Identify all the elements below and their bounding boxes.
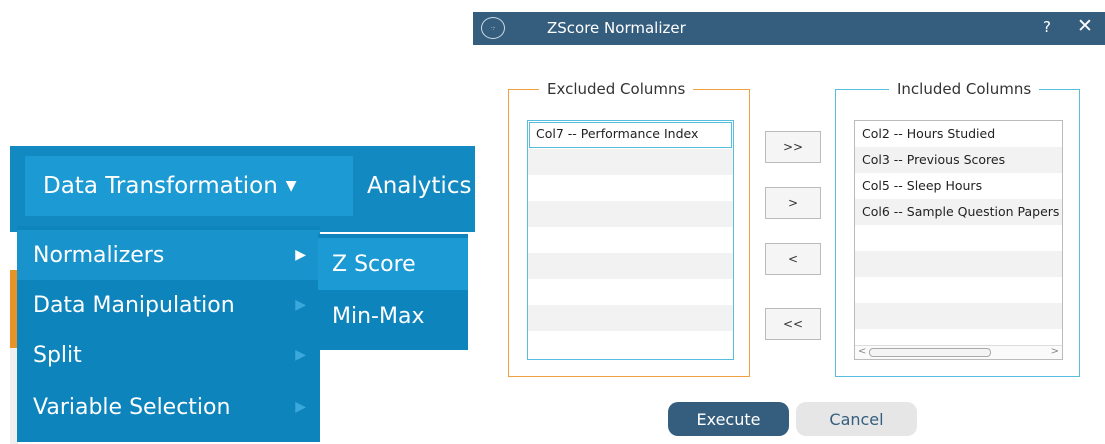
list-empty-row: [855, 277, 1062, 303]
help-button[interactable]: ?: [1043, 18, 1051, 36]
normalizers-submenu: Z Score Min-Max: [318, 234, 468, 350]
menu-item-min-max[interactable]: Min-Max: [318, 290, 468, 342]
submenu-item-variable-selection[interactable]: Variable Selection ▶: [17, 382, 320, 432]
list-empty-row: [528, 227, 733, 253]
menu-analytics[interactable]: Analytics: [367, 156, 485, 216]
list-empty-row: [528, 305, 733, 331]
cancel-button[interactable]: Cancel: [796, 402, 917, 436]
included-columns-list[interactable]: Col2 -- Hours Studied Col3 -- Previous S…: [854, 120, 1063, 360]
chevron-right-icon: ▶: [295, 347, 306, 363]
submenu-item-normalizers[interactable]: Normalizers ▶: [17, 230, 320, 280]
list-empty-row: [528, 279, 733, 305]
data-transformation-submenu: Normalizers ▶ Data Manipulation ▶ Split …: [17, 226, 320, 442]
list-empty-row: [528, 175, 733, 201]
submenu-item-split[interactable]: Split ▶: [17, 330, 320, 380]
move-left-button[interactable]: <: [765, 243, 821, 275]
dialog-title: ZScore Normalizer: [547, 19, 686, 37]
execute-button[interactable]: Execute: [668, 402, 789, 436]
submenu-item-label: Data Manipulation: [33, 292, 235, 318]
excluded-columns-list[interactable]: Col7 -- Performance Index: [527, 120, 734, 360]
move-right-button[interactable]: >: [765, 187, 821, 219]
chevron-right-icon: ▶: [295, 297, 306, 313]
list-item[interactable]: Col2 -- Hours Studied: [855, 121, 1062, 147]
list-item[interactable]: Col3 -- Previous Scores: [855, 147, 1062, 173]
chevron-right-icon: ▶: [295, 399, 306, 415]
list-empty-row: [855, 251, 1062, 277]
move-all-right-button[interactable]: >>: [765, 131, 821, 163]
list-item[interactable]: Col6 -- Sample Question Papers Practiced: [855, 199, 1062, 225]
list-item[interactable]: Col5 -- Sleep Hours: [855, 173, 1062, 199]
excluded-columns-legend: Excluded Columns: [539, 80, 694, 98]
menu-analytics-label: Analytics: [367, 173, 472, 199]
close-button[interactable]: ✕: [1077, 15, 1093, 37]
menu-data-transformation[interactable]: Data Transformation ▼: [25, 156, 353, 216]
caret-down-icon: ▼: [285, 178, 297, 194]
included-columns-legend: Included Columns: [889, 80, 1040, 98]
list-empty-row: [855, 303, 1062, 329]
list-item[interactable]: Col7 -- Performance Index: [529, 122, 732, 148]
list-empty-row: [528, 149, 733, 175]
submenu-item-label: Variable Selection: [33, 394, 231, 420]
list-empty-row: [528, 253, 733, 279]
list-empty-row: [855, 225, 1062, 251]
move-all-left-button[interactable]: <<: [765, 308, 821, 340]
app-logo-icon: ·:·: [481, 17, 505, 39]
included-columns-group: Included Columns Col2 -- Hours Studied C…: [835, 80, 1080, 377]
horizontal-scrollbar[interactable]: < >: [855, 345, 1062, 359]
menu-item-z-score[interactable]: Z Score: [318, 238, 468, 290]
scroll-right-icon[interactable]: >: [1051, 346, 1059, 357]
submenu-item-data-manipulation[interactable]: Data Manipulation ▶: [17, 280, 320, 330]
screen: Data Transformation ▼ Analytics Normaliz…: [0, 0, 1105, 444]
scrollbar-thumb[interactable]: [869, 348, 991, 357]
list-empty-row: [528, 331, 733, 357]
chevron-right-icon: ▶: [295, 247, 306, 263]
submenu-item-label: Split: [33, 342, 82, 368]
menu-bar: Data Transformation ▼ Analytics: [10, 146, 475, 232]
scroll-left-icon[interactable]: <: [858, 346, 866, 357]
list-empty-row: [528, 201, 733, 227]
menu-data-transformation-label: Data Transformation: [43, 173, 278, 199]
submenu-item-label: Normalizers: [33, 242, 165, 268]
excluded-columns-group: Excluded Columns Col7 -- Performance Ind…: [508, 80, 750, 377]
dialog-title-bar: ·:· ZScore Normalizer ? ✕: [473, 12, 1105, 45]
